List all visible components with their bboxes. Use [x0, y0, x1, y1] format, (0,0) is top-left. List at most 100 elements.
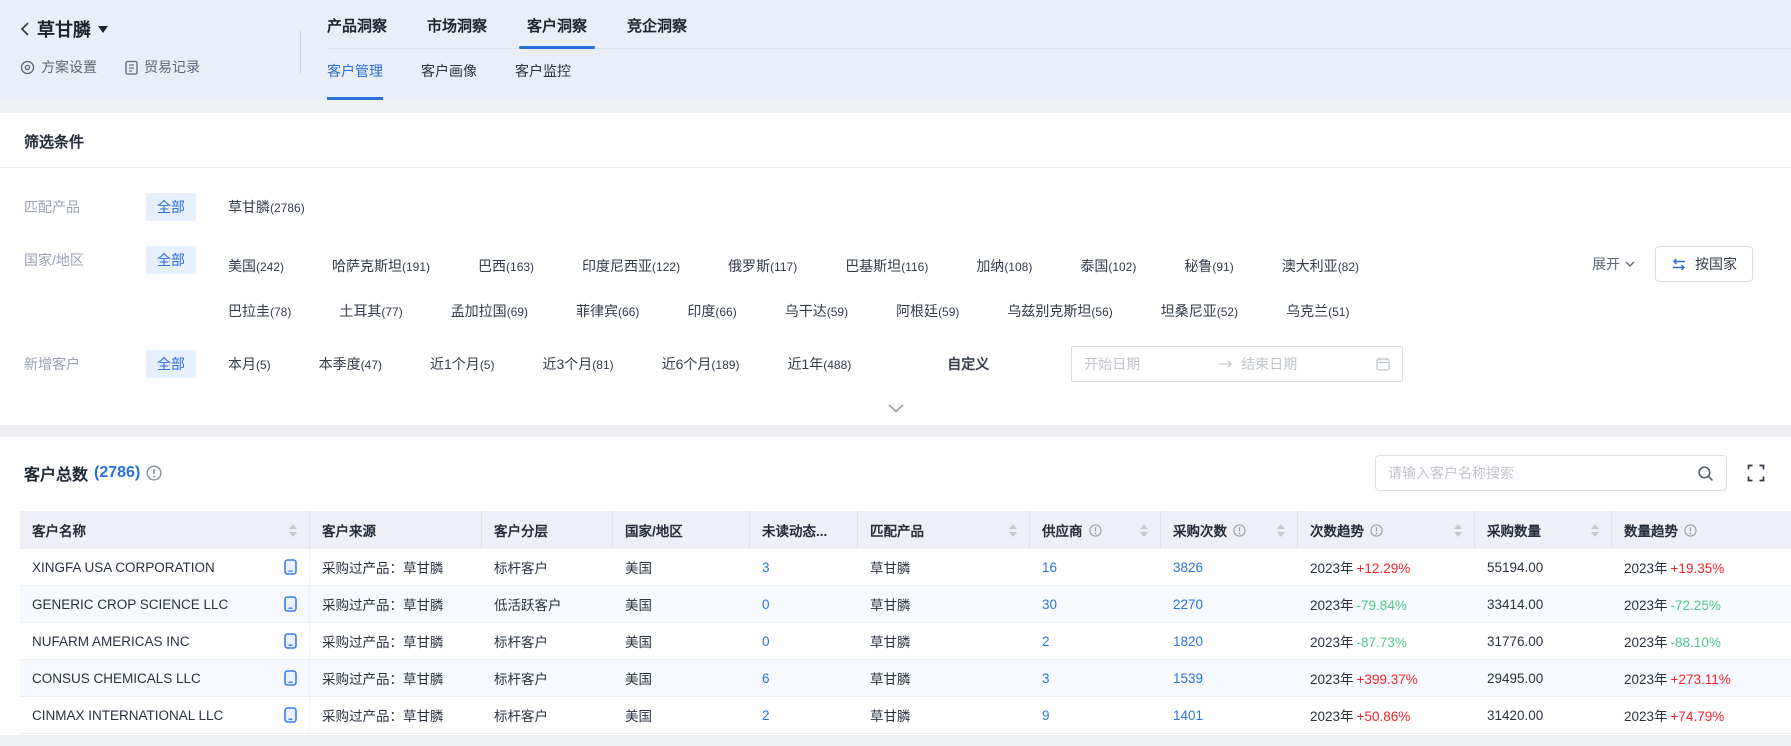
- subtab-customer-management[interactable]: 客户管理: [327, 61, 383, 100]
- unread-link[interactable]: 3: [762, 560, 770, 575]
- trade-records-button[interactable]: 贸易记录: [125, 57, 200, 77]
- suppliers-link[interactable]: 2: [1042, 634, 1050, 649]
- caret-down-icon[interactable]: [98, 26, 108, 33]
- suppliers-link[interactable]: 16: [1042, 560, 1057, 575]
- contact-phone-icon[interactable]: [284, 596, 297, 612]
- country-option[interactable]: 巴西(163): [478, 252, 534, 276]
- column-header-customer-name[interactable]: 客户名称: [20, 511, 310, 549]
- unread-link[interactable]: 2: [762, 708, 770, 723]
- info-icon[interactable]: [1684, 524, 1697, 537]
- sort-icon[interactable]: [1009, 524, 1017, 537]
- contact-phone-icon[interactable]: [284, 670, 297, 686]
- country-option[interactable]: 菲律宾(66): [576, 297, 639, 321]
- sort-icon[interactable]: [1454, 524, 1462, 537]
- column-header-purchase-qty[interactable]: 采购数量: [1475, 511, 1612, 549]
- start-date-input[interactable]: 开始日期: [1084, 354, 1211, 374]
- info-icon[interactable]: [146, 465, 162, 481]
- date-range-picker[interactable]: 开始日期 结束日期: [1071, 346, 1403, 382]
- tab-customer-insight[interactable]: 客户洞察: [527, 15, 587, 48]
- suppliers-link[interactable]: 3: [1042, 671, 1050, 686]
- cell-customer-name: CINMAX INTERNATIONAL LLC: [20, 697, 310, 733]
- country-all-chip[interactable]: 全部: [146, 246, 196, 274]
- option-count: (66): [618, 305, 639, 319]
- search-icon[interactable]: [1697, 465, 1714, 482]
- custom-range-link[interactable]: 自定义: [947, 354, 989, 374]
- country-option[interactable]: 印度(66): [687, 297, 736, 321]
- info-icon[interactable]: [1089, 524, 1102, 537]
- unread-link[interactable]: 0: [762, 597, 770, 612]
- back-icon[interactable]: [20, 21, 30, 37]
- purchase-count-link[interactable]: 3826: [1173, 560, 1203, 575]
- info-icon[interactable]: [1370, 524, 1383, 537]
- column-header-count-trend[interactable]: 次数趋势: [1298, 511, 1475, 549]
- column-header-matched-product[interactable]: 匹配产品: [858, 511, 1030, 549]
- by-country-button[interactable]: 按国家: [1655, 246, 1753, 282]
- customer-search-input[interactable]: [1388, 465, 1697, 481]
- country-option[interactable]: 美国(242): [228, 252, 284, 276]
- country-option[interactable]: 巴基斯坦(116): [845, 252, 928, 276]
- country-option[interactable]: 孟加拉国(69): [451, 297, 528, 321]
- country-option[interactable]: 乌克兰(51): [1286, 297, 1349, 321]
- purchase-count-link[interactable]: 1401: [1173, 708, 1203, 723]
- subtab-customer-monitor[interactable]: 客户监控: [515, 61, 571, 100]
- country-option[interactable]: 土耳其(77): [339, 297, 402, 321]
- subtab-customer-profile[interactable]: 客户画像: [421, 61, 477, 100]
- tab-competitor-insight[interactable]: 竞企洞察: [627, 15, 687, 48]
- country-option[interactable]: 乌兹别克斯坦(56): [1007, 297, 1112, 321]
- info-icon[interactable]: [1233, 524, 1246, 537]
- period-option[interactable]: 近3个月(81): [542, 354, 613, 374]
- country-option[interactable]: 乌干达(59): [785, 297, 848, 321]
- column-header-suppliers[interactable]: 供应商: [1030, 511, 1161, 549]
- contact-phone-icon[interactable]: [284, 633, 297, 649]
- country-option[interactable]: 哈萨克斯坦(191): [332, 252, 430, 276]
- unread-link[interactable]: 6: [762, 671, 770, 686]
- target-icon: [20, 60, 35, 75]
- period-option[interactable]: 近1年(488): [787, 354, 851, 374]
- period-option[interactable]: 近1个月(5): [430, 354, 494, 374]
- purchase-count-link[interactable]: 1820: [1173, 634, 1203, 649]
- new-customer-all-chip[interactable]: 全部: [146, 350, 196, 378]
- country-option[interactable]: 阿根廷(59): [896, 297, 959, 321]
- table-row: GENERIC CROP SCIENCE LLC 采购过产品：草甘膦 低活跃客户…: [20, 586, 1791, 623]
- column-header-qty-trend[interactable]: 数量趋势: [1612, 511, 1791, 549]
- product-option[interactable]: 草甘膦(2786): [228, 193, 305, 217]
- tab-market-insight[interactable]: 市场洞察: [427, 15, 487, 48]
- country-option[interactable]: 秘鲁(91): [1184, 252, 1233, 276]
- purchase-count-link[interactable]: 1539: [1173, 671, 1203, 686]
- unread-link[interactable]: 0: [762, 634, 770, 649]
- collapse-panel-button[interactable]: [0, 382, 1791, 425]
- purchase-count-link[interactable]: 2270: [1173, 597, 1203, 612]
- expand-link[interactable]: 展开: [1592, 254, 1635, 274]
- country-option[interactable]: 巴拉圭(78): [228, 297, 291, 321]
- country-option[interactable]: 坦桑尼亚(52): [1161, 297, 1238, 321]
- table-header-row: 客户名称 客户来源 客户分层 国家/地区 未读动态... 匹配产品 供应商 采购…: [20, 511, 1791, 549]
- plan-settings-button[interactable]: 方案设置: [20, 57, 97, 77]
- sort-icon[interactable]: [1140, 524, 1148, 537]
- fullscreen-icon[interactable]: [1747, 464, 1765, 482]
- contact-phone-icon[interactable]: [284, 707, 297, 723]
- contact-phone-icon[interactable]: [284, 559, 297, 575]
- sort-icon[interactable]: [1591, 524, 1599, 537]
- period-option[interactable]: 本月(5): [228, 354, 271, 374]
- suppliers-link[interactable]: 9: [1042, 708, 1050, 723]
- country-option[interactable]: 印度尼西亚(122): [582, 252, 680, 276]
- cell-country: 美国: [613, 557, 750, 577]
- country-option[interactable]: 泰国(102): [1080, 252, 1136, 276]
- end-date-input[interactable]: 结束日期: [1241, 354, 1368, 374]
- tab-product-insight[interactable]: 产品洞察: [327, 15, 387, 48]
- period-option[interactable]: 本季度(47): [319, 354, 382, 374]
- country-option[interactable]: 俄罗斯(117): [728, 252, 797, 276]
- option-label: 乌干达: [785, 303, 827, 319]
- sort-icon[interactable]: [289, 524, 297, 537]
- country-option[interactable]: 加纳(108): [976, 252, 1032, 276]
- product-all-chip[interactable]: 全部: [146, 193, 196, 221]
- column-header-purchase-count[interactable]: 采购次数: [1161, 511, 1298, 549]
- customer-search-box[interactable]: [1375, 455, 1727, 491]
- country-option[interactable]: 澳大利亚(82): [1282, 252, 1359, 276]
- option-count: (122): [652, 260, 680, 274]
- period-option[interactable]: 近6个月(189): [662, 354, 740, 374]
- sort-icon[interactable]: [1277, 524, 1285, 537]
- suppliers-link[interactable]: 30: [1042, 597, 1057, 612]
- customers-total-label: 客户总数: [24, 461, 88, 485]
- chevron-down-icon: [1625, 261, 1635, 267]
